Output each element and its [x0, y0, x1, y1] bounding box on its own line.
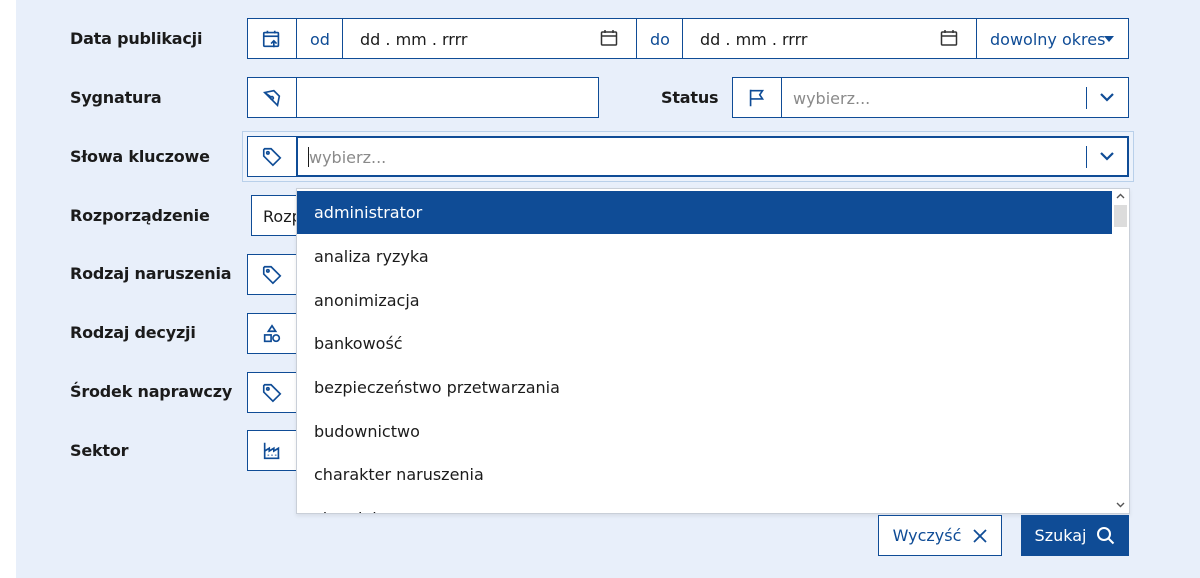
- date-calendar-button[interactable]: [247, 18, 297, 59]
- chevron-down-icon[interactable]: [1100, 152, 1114, 161]
- label-date: Data publikacji: [70, 29, 203, 48]
- search-icon: [1097, 527, 1115, 545]
- keywords-dropdown-list[interactable]: administrator analiza ryzyka anonimizacj…: [296, 188, 1130, 514]
- scroll-down-icon[interactable]: [1116, 502, 1125, 508]
- period-label: dowolny okres: [990, 30, 1106, 49]
- clear-button-label: Wyczyść: [892, 526, 962, 545]
- close-icon: [973, 528, 988, 543]
- signature-input[interactable]: [296, 77, 599, 118]
- date-to-placeholder: dd . mm . rrrr: [700, 30, 808, 49]
- date-from-prefix: od: [296, 18, 343, 59]
- search-button[interactable]: Szukaj: [1021, 515, 1129, 556]
- label-sector: Sektor: [70, 441, 129, 460]
- label-keywords: Słowa kluczowe: [70, 147, 210, 166]
- select-separator: [1086, 146, 1087, 168]
- decision-icon-button: [247, 313, 297, 354]
- dropdown-option-selected[interactable]: administrator: [297, 191, 1113, 234]
- tag-icon: [262, 147, 282, 166]
- dropdown-option[interactable]: ciąg dalszy: [297, 497, 1113, 513]
- caret-down-icon: [1104, 36, 1114, 42]
- status-icon-button: [732, 77, 782, 118]
- dropdown-option[interactable]: anonimizacja: [297, 279, 1113, 322]
- dropdown-option[interactable]: charakter naruszenia: [297, 453, 1113, 496]
- date-to-input[interactable]: dd . mm . rrrr: [682, 18, 977, 59]
- select-separator: [1086, 87, 1087, 109]
- dropdown-scrollbar[interactable]: [1112, 189, 1129, 513]
- calendar-icon[interactable]: [600, 29, 618, 47]
- pen-nib-icon: [262, 89, 281, 107]
- search-button-label: Szukaj: [1034, 526, 1087, 545]
- keywords-icon-button: [247, 136, 297, 177]
- label-violation: Rodzaj naruszenia: [70, 264, 232, 283]
- dropdown-option[interactable]: budownictwo: [297, 410, 1113, 453]
- period-dropdown-button[interactable]: dowolny okres: [976, 18, 1129, 59]
- date-from-input[interactable]: dd . mm . rrrr: [342, 18, 637, 59]
- remedy-icon-button: [247, 372, 297, 413]
- calendar-arrow-icon: [262, 30, 280, 47]
- shapes-icon: [263, 323, 281, 342]
- label-signature: Sygnatura: [70, 88, 162, 107]
- dropdown-option[interactable]: bankowość: [297, 322, 1113, 365]
- date-to-prefix: do: [636, 18, 683, 59]
- label-regulation: Rozporządzenie: [70, 206, 210, 225]
- date-from-placeholder: dd . mm . rrrr: [360, 30, 468, 49]
- clear-button[interactable]: Wyczyść: [878, 515, 1002, 556]
- dropdown-option[interactable]: bezpieczeństwo przetwarzania: [297, 366, 1113, 409]
- keywords-placeholder: wybierz...: [309, 148, 387, 167]
- keywords-select[interactable]: wybierz...: [296, 136, 1129, 177]
- scrollbar-thumb[interactable]: [1114, 205, 1127, 227]
- status-select[interactable]: wybierz...: [781, 77, 1129, 118]
- scroll-up-icon[interactable]: [1116, 193, 1125, 199]
- tag-icon: [262, 265, 282, 284]
- tag-icon: [262, 383, 282, 402]
- calendar-icon[interactable]: [940, 29, 958, 47]
- status-placeholder: wybierz...: [793, 89, 871, 108]
- sector-icon-button: [247, 430, 297, 471]
- date-from-label: od: [310, 30, 330, 49]
- signature-icon-button: [247, 77, 297, 118]
- chevron-down-icon[interactable]: [1100, 93, 1114, 102]
- factory-icon: [263, 442, 280, 459]
- dropdown-option[interactable]: analiza ryzyka: [297, 235, 1113, 278]
- label-remedy: Środek naprawczy: [70, 382, 233, 401]
- label-status: Status: [661, 88, 719, 107]
- label-decision: Rodzaj decyzji: [70, 323, 196, 342]
- violation-icon-button: [247, 254, 297, 295]
- flag-icon: [749, 89, 765, 106]
- date-to-label: do: [650, 30, 670, 49]
